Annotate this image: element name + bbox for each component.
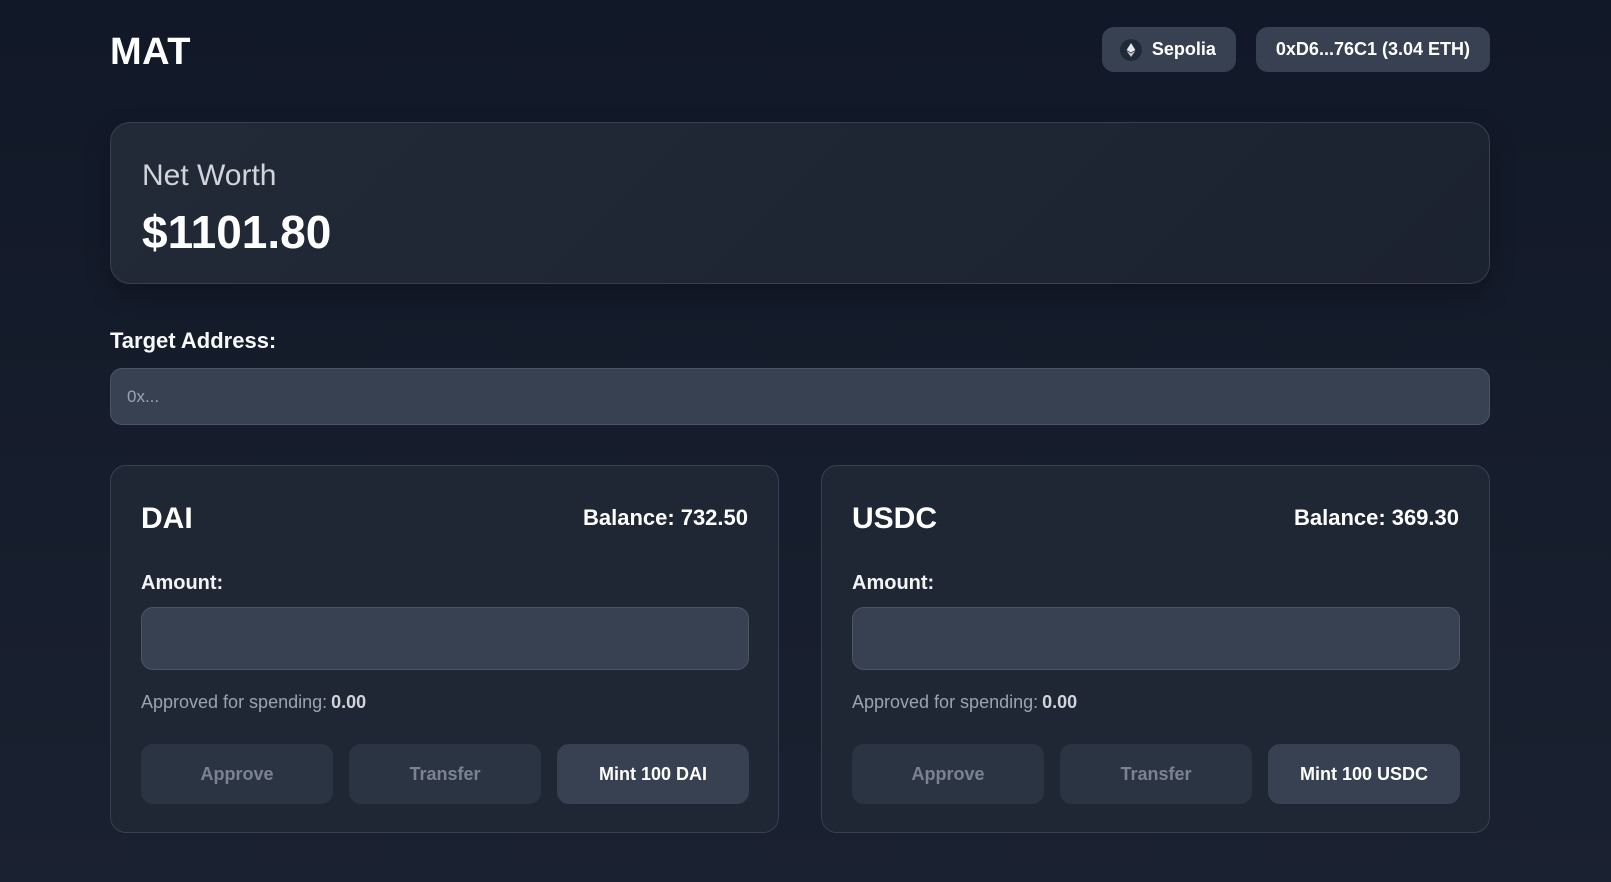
approve-button[interactable]: Approve — [141, 744, 333, 804]
balance-label: Balance: — [1293, 505, 1386, 530]
target-address-label: Target Address: — [110, 328, 277, 353]
approved-label: Approved for spending: — [852, 692, 1039, 712]
amount-input-dai[interactable] — [141, 607, 749, 670]
token-name: DAI — [141, 502, 193, 535]
token-balance: Balance: 369.30 — [1294, 505, 1459, 531]
ethereum-glyph — [1126, 42, 1136, 57]
target-address-input[interactable] — [110, 368, 1490, 425]
approved-label: Approved for spending: — [141, 692, 328, 712]
approved-allowance: Approved for spending: 0.00 — [852, 692, 1077, 713]
approved-value: 0.00 — [1042, 692, 1078, 712]
transfer-button[interactable]: Transfer — [1060, 744, 1252, 804]
main-container: MAT Sepolia 0xD6...76C1 (3.04 ETH) Net W… — [110, 0, 1490, 833]
amount-input-usdc[interactable] — [852, 607, 1460, 670]
app-logo: MAT — [110, 31, 191, 73]
action-buttons: Approve Transfer Mint 100 USDC — [852, 744, 1460, 804]
ethereum-icon — [1119, 38, 1142, 61]
token-balance: Balance: 732.50 — [583, 505, 748, 531]
header-actions: Sepolia 0xD6...76C1 (3.04 ETH) — [1101, 27, 1490, 72]
account-button[interactable]: 0xD6...76C1 (3.04 ETH) — [1255, 27, 1490, 72]
app-header: MAT Sepolia 0xD6...76C1 (3.04 ETH) — [110, 0, 1490, 100]
balance-label: Balance: — [582, 505, 675, 530]
transfer-button[interactable]: Transfer — [349, 744, 541, 804]
approved-allowance: Approved for spending: 0.00 — [141, 692, 366, 713]
net-worth-card: Net Worth $1101.80 — [110, 122, 1490, 284]
approve-button[interactable]: Approve — [852, 744, 1044, 804]
network-label: Sepolia — [1151, 39, 1216, 59]
token-card-dai: DAI Balance: 732.50 Amount: Approved for … — [110, 465, 779, 833]
token-name: USDC — [852, 502, 938, 535]
action-buttons: Approve Transfer Mint 100 DAI — [141, 744, 749, 804]
net-worth-label: Net Worth — [142, 159, 277, 192]
token-card-usdc: USDC Balance: 369.30 Amount: Approved for… — [821, 465, 1490, 833]
balance-value: 732.50 — [680, 505, 748, 530]
approved-value: 0.00 — [331, 692, 367, 712]
mint-button[interactable]: Mint 100 DAI — [557, 744, 749, 804]
net-worth-value: $1101.80 — [142, 206, 332, 258]
mint-button[interactable]: Mint 100 USDC — [1268, 744, 1460, 804]
network-selector-button[interactable]: Sepolia — [1101, 27, 1236, 72]
amount-label: Amount: — [852, 572, 935, 594]
account-label: 0xD6...76C1 (3.04 ETH) — [1275, 39, 1470, 59]
amount-label: Amount: — [141, 572, 224, 594]
balance-value: 369.30 — [1391, 505, 1459, 530]
app-root: MAT Sepolia 0xD6...76C1 (3.04 ETH) Net W… — [0, 0, 1611, 882]
